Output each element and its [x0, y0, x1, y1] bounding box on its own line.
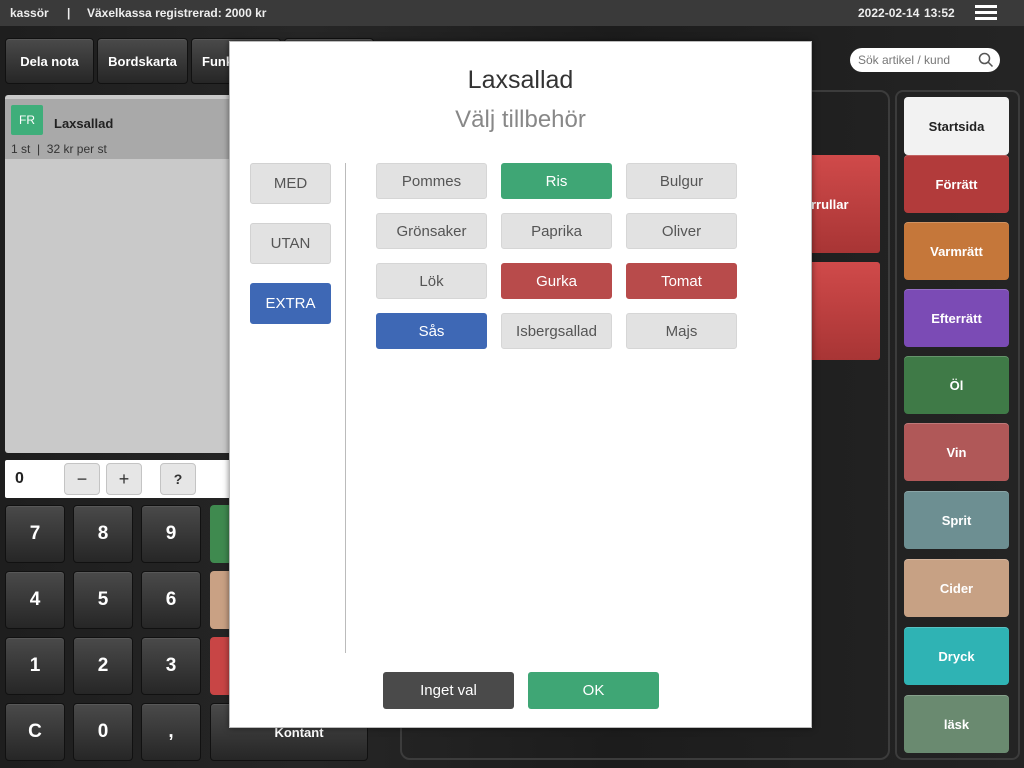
order-item[interactable]: FR Laxsallad 1 st | 32 kr per st	[5, 99, 235, 159]
category-dryck[interactable]: Dryck	[904, 627, 1009, 685]
category-sprit[interactable]: Sprit	[904, 491, 1009, 549]
dialog-subtitle: Välj tillbehör	[455, 106, 586, 133]
category-efterratt[interactable]: Efterrätt	[904, 289, 1009, 347]
menu-icon[interactable]	[975, 5, 997, 21]
decrease-button[interactable]: −	[64, 463, 100, 495]
numpad-key-3[interactable]: 3	[141, 637, 201, 695]
numpad-key-1[interactable]: 1	[5, 637, 65, 695]
category-lask[interactable]: läsk	[904, 695, 1009, 753]
numpad-key-7[interactable]: 7	[5, 505, 65, 563]
option-pommes[interactable]: Pommes	[376, 163, 487, 199]
user-label: kassör	[10, 6, 49, 20]
numpad-key-4[interactable]: 4	[5, 571, 65, 629]
numpad-key-8[interactable]: 8	[73, 505, 133, 563]
cash-register-status: Växelkassa registrerad: 2000 kr	[87, 6, 267, 20]
option-ris[interactable]: Ris	[501, 163, 612, 199]
date-label: 2022-02-14	[858, 6, 920, 20]
search-input[interactable]: Sök artikel / kund	[850, 48, 1000, 72]
option-lök[interactable]: Lök	[376, 263, 487, 299]
tab-med[interactable]: MED	[250, 163, 331, 204]
option-tomat[interactable]: Tomat	[626, 263, 737, 299]
option-grönsaker[interactable]: Grönsaker	[376, 213, 487, 249]
category-forratt[interactable]: Förrätt	[904, 155, 1009, 213]
option-majs[interactable]: Majs	[626, 313, 737, 349]
numpad-key-2[interactable]: 2	[73, 637, 133, 695]
no-choice-button[interactable]: Inget val	[383, 672, 514, 709]
option-sås[interactable]: Sås	[376, 313, 487, 349]
option-oliver[interactable]: Oliver	[626, 213, 737, 249]
topbar-separator: |	[67, 6, 71, 20]
category-startsida[interactable]: Startsida	[904, 97, 1009, 155]
search-placeholder: Sök artikel / kund	[858, 53, 951, 67]
numpad-key-9[interactable]: 9	[141, 505, 201, 563]
option-bulgur[interactable]: Bulgur	[626, 163, 737, 199]
increase-button[interactable]: +	[106, 463, 142, 495]
option-isbergsallad[interactable]: Isbergsallad	[501, 313, 612, 349]
product-button-red[interactable]	[811, 262, 880, 360]
product-button-rullar[interactable]: rrullar	[811, 155, 880, 253]
order-item-detail: 1 st | 32 kr per st	[11, 142, 107, 156]
help-button[interactable]: ?	[160, 463, 196, 495]
tab-utan[interactable]: UTAN	[250, 223, 331, 264]
dialog-divider	[345, 163, 346, 653]
option-paprika[interactable]: Paprika	[501, 213, 612, 249]
tab-extra[interactable]: EXTRA	[250, 283, 331, 324]
category-cider[interactable]: Cider	[904, 559, 1009, 617]
category-vin[interactable]: Vin	[904, 423, 1009, 481]
dialog-title: Laxsallad	[467, 66, 574, 94]
category-badge: FR	[11, 105, 43, 135]
numpad-key-comma[interactable]: ,	[141, 703, 201, 761]
split-bill-button[interactable]: Dela nota	[5, 38, 94, 84]
order-item-name: Laxsallad	[54, 116, 114, 131]
numpad-key-6[interactable]: 6	[141, 571, 201, 629]
option-gurka[interactable]: Gurka	[501, 263, 612, 299]
category-ol[interactable]: Öl	[904, 356, 1009, 414]
quantity-bar: 0 − + ?	[5, 460, 235, 498]
order-list: FR Laxsallad 1 st | 32 kr per st	[5, 95, 235, 453]
search-icon	[978, 52, 994, 68]
numpad-key-0[interactable]: 0	[73, 703, 133, 761]
table-map-button[interactable]: Bordskarta	[97, 38, 188, 84]
numpad-key-clear[interactable]: C	[5, 703, 65, 761]
quantity-value: 0	[15, 470, 24, 487]
time-label: 13:52	[924, 6, 955, 20]
ok-button[interactable]: OK	[528, 672, 659, 709]
numpad-key-5[interactable]: 5	[73, 571, 133, 629]
top-bar: kassör | Växelkassa registrerad: 2000 kr…	[0, 0, 1024, 26]
accessory-dialog: Laxsallad Välj tillbehör MED UTAN EXTRA …	[229, 41, 812, 728]
category-varmratt[interactable]: Varmrätt	[904, 222, 1009, 280]
